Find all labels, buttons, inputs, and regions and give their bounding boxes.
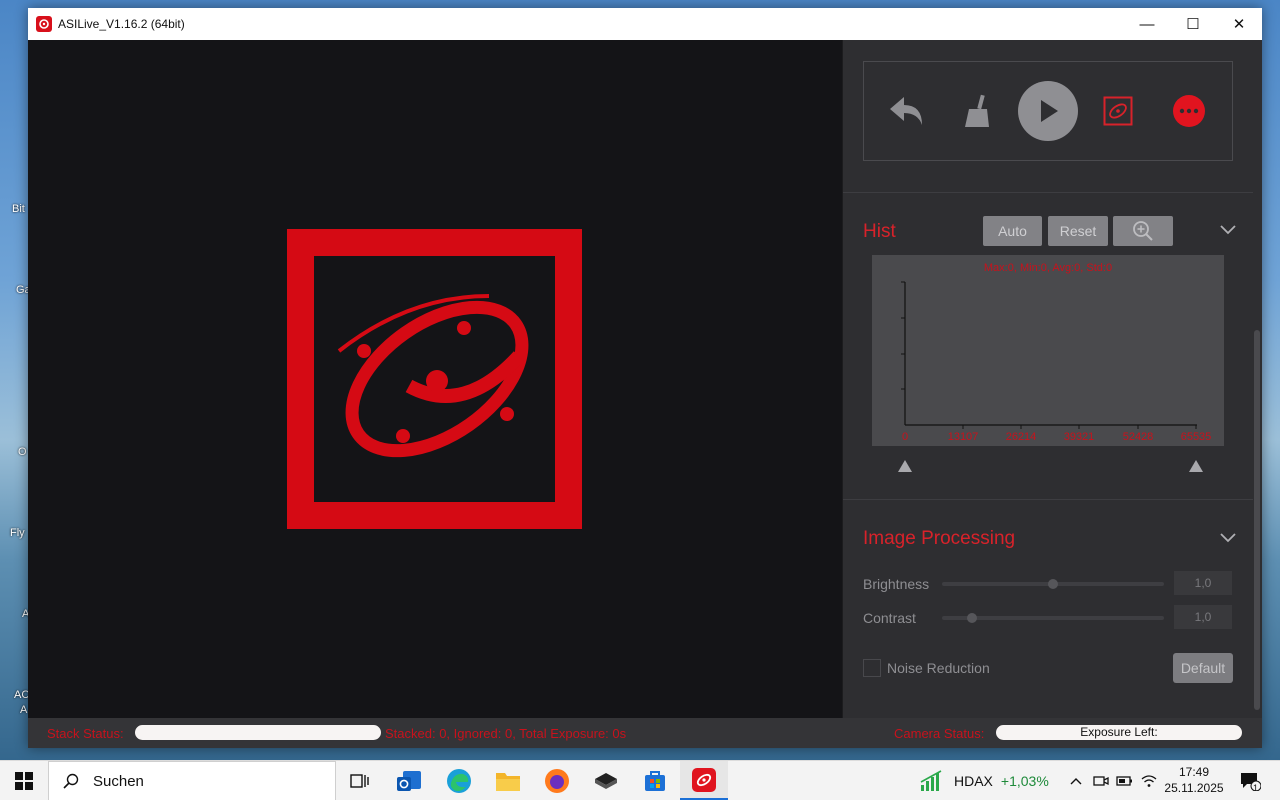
brightness-slider[interactable]	[942, 579, 1164, 589]
histogram-tick-label: 65535	[1180, 431, 1212, 443]
divider	[843, 499, 1253, 500]
app-logo-icon	[36, 16, 52, 32]
hist-collapse-chevron-icon[interactable]	[1220, 225, 1236, 235]
asi-logo-icon[interactable]	[1088, 81, 1148, 141]
image-preview[interactable]	[28, 40, 842, 718]
histogram-tick-label: 0	[901, 431, 909, 443]
tray-battery-button[interactable]	[1114, 761, 1136, 800]
stock-change: +1,03%	[1000, 773, 1049, 789]
stack-progress-bar	[135, 725, 381, 740]
clock-date: 25.11.2025	[1164, 781, 1224, 795]
tray-wifi-button[interactable]	[1138, 761, 1160, 800]
minimize-button[interactable]: —	[1124, 8, 1170, 40]
contrast-slider-knob[interactable]	[967, 613, 978, 623]
window-title: ASILive_V1.16.2 (64bit)	[58, 17, 185, 31]
contrast-value-field[interactable]: 1,0	[1174, 605, 1232, 629]
contrast-label: Contrast	[863, 610, 916, 626]
task-view-icon	[350, 774, 369, 788]
noise-reduction-label: Noise Reduction	[887, 660, 990, 676]
taskbar-app-explorer[interactable]	[484, 761, 532, 800]
asilive-icon	[692, 767, 716, 792]
zoom-in-icon	[1133, 221, 1153, 241]
histogram-axes	[901, 281, 1197, 429]
taskbar-app-sketchup[interactable]	[582, 761, 630, 800]
panel-scrollbar[interactable]	[1254, 330, 1260, 710]
stock-name: HDAX	[954, 773, 993, 789]
store-icon	[645, 771, 665, 791]
tray-overflow-button[interactable]	[1066, 761, 1086, 800]
histogram-tick-label: 26214	[1005, 431, 1037, 443]
edge-icon	[447, 769, 471, 793]
title-bar[interactable]: ASILive_V1.16.2 (64bit) — ☐ ✕	[28, 8, 1262, 40]
taskbar-app-edge[interactable]	[435, 761, 483, 800]
stock-widget[interactable]: HDAX +1,03%	[920, 761, 1049, 800]
search-placeholder: Suchen	[93, 772, 144, 790]
battery-plug-icon	[1116, 776, 1132, 786]
camera-icon	[1093, 776, 1109, 786]
histogram-chart[interactable]: Max:0, Min:0, Avg:0, Std:0 0 13107 26214…	[872, 255, 1224, 446]
brightness-slider-knob[interactable]	[1048, 579, 1058, 589]
brightness-label: Brightness	[863, 576, 930, 592]
hist-title: Hist	[863, 221, 896, 242]
hist-black-point-handle[interactable]	[898, 460, 912, 472]
auto-button[interactable]: Auto	[983, 216, 1042, 246]
more-icon[interactable]	[1159, 81, 1219, 141]
hist-white-point-handle[interactable]	[1189, 460, 1203, 472]
outlook-icon	[397, 771, 421, 791]
stack-status-label: Stack Status:	[47, 726, 124, 741]
task-view-button[interactable]	[336, 761, 384, 800]
divider	[843, 192, 1253, 193]
taskbar-clock[interactable]: 17:49 25.11.2025	[1160, 764, 1228, 796]
app-box-icon	[595, 773, 617, 789]
desktop-icon-label[interactable]: Fly	[10, 527, 25, 539]
zoom-in-button[interactable]	[1113, 216, 1173, 246]
main-toolbar	[863, 61, 1233, 161]
zwo-logo-icon	[287, 229, 582, 529]
taskbar-app-asilive[interactable]	[680, 761, 728, 800]
play-button[interactable]	[1017, 81, 1078, 141]
stock-chart-icon	[920, 770, 942, 791]
taskbar-search-box[interactable]: Suchen	[48, 761, 336, 800]
histogram-tick-label: 52428	[1122, 431, 1154, 443]
undo-icon[interactable]	[877, 81, 937, 141]
maximize-button[interactable]: ☐	[1170, 8, 1216, 40]
brightness-value-field[interactable]: 1,0	[1174, 571, 1232, 595]
notification-count: 1	[1253, 783, 1259, 793]
asilive-window: ASILive_V1.16.2 (64bit) — ☐ ✕ Hist Auto …	[28, 8, 1262, 748]
histogram-tick-label: 13107	[947, 431, 979, 443]
contrast-slider[interactable]	[942, 613, 1164, 623]
noise-reduction-checkbox[interactable]	[863, 659, 881, 677]
reset-button[interactable]: Reset	[1048, 216, 1108, 246]
close-button[interactable]: ✕	[1216, 8, 1262, 40]
status-bar: Stack Status: Stacked: 0, Ignored: 0, To…	[28, 718, 1262, 748]
default-button[interactable]: Default	[1173, 653, 1233, 683]
camera-status-label: Camera Status:	[894, 726, 985, 741]
stack-status-text: Stacked: 0, Ignored: 0, Total Exposure: …	[385, 726, 627, 741]
desktop-icon-label[interactable]: Bit	[12, 203, 25, 215]
start-button[interactable]	[0, 761, 48, 800]
wifi-icon	[1141, 775, 1157, 787]
image-processing-title: Image Processing	[863, 528, 1016, 549]
desktop-icon-label[interactable]: O	[18, 446, 27, 458]
histogram-tick-label: 39321	[1063, 431, 1095, 443]
windows-logo-icon	[15, 772, 33, 790]
control-panel: Hist Auto Reset Max:0, Min:0, Avg:0, Std…	[842, 40, 1262, 718]
notification-center-button[interactable]: 1	[1232, 761, 1268, 800]
desktop-icon-label[interactable]: A	[20, 704, 27, 716]
processing-collapse-chevron-icon[interactable]	[1220, 533, 1236, 543]
clock-time: 17:49	[1178, 765, 1210, 779]
broom-icon[interactable]	[948, 81, 1008, 141]
taskbar: Suchen HDAX +1,03% 17:49 25.11.2025 1	[0, 760, 1280, 800]
taskbar-app-store[interactable]	[631, 761, 679, 800]
taskbar-app-firefox[interactable]	[533, 761, 581, 800]
taskbar-app-outlook[interactable]	[386, 761, 434, 800]
firefox-icon	[545, 769, 569, 793]
folder-icon	[496, 773, 520, 791]
exposure-left-bar: Exposure Left:	[996, 725, 1242, 740]
search-icon	[63, 773, 79, 789]
desktop-icon-label[interactable]: AC	[14, 689, 29, 701]
chevron-up-icon	[1070, 778, 1082, 785]
tray-meet-button[interactable]	[1090, 761, 1112, 800]
